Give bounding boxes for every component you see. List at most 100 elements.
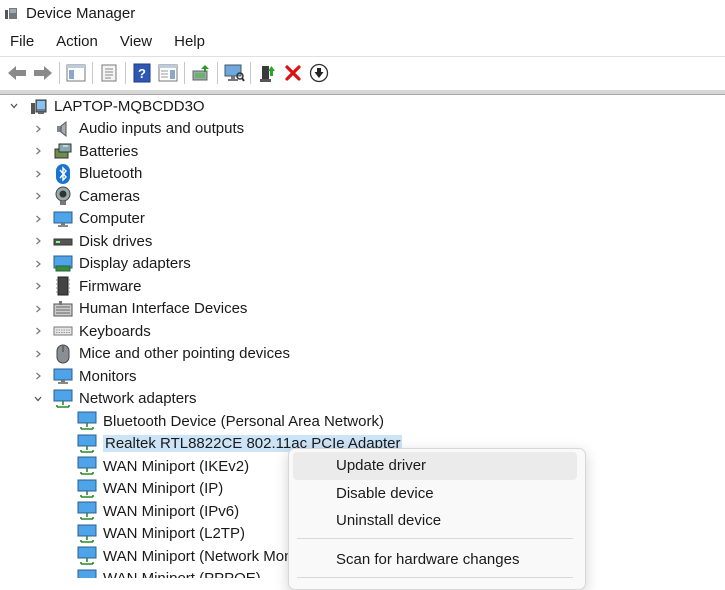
- menu-separator: [297, 538, 573, 539]
- network-device-item[interactable]: WAN Miniport (L2TP): [77, 523, 245, 545]
- chip-icon: [53, 276, 73, 296]
- chevron-right-icon[interactable]: [32, 168, 44, 180]
- toolbar-separator: [250, 62, 251, 84]
- category-monitors[interactable]: Monitors: [32, 365, 137, 387]
- category-cameras[interactable]: Cameras: [32, 185, 140, 207]
- category-network-adapters[interactable]: Network adapters: [32, 388, 197, 410]
- network-adapter-icon: [77, 546, 97, 566]
- help-icon[interactable]: ?: [129, 60, 155, 86]
- category-label: Audio inputs and outputs: [79, 120, 245, 137]
- toolbar-separator: [92, 62, 93, 84]
- menu-view[interactable]: View: [109, 30, 163, 54]
- chevron-right-icon[interactable]: [32, 145, 44, 157]
- chevron-right-icon[interactable]: [32, 213, 44, 225]
- chevron-right-icon[interactable]: [32, 123, 44, 135]
- device-label: WAN Miniport (PPPOE): [103, 570, 261, 578]
- chevron-right-icon[interactable]: [32, 258, 44, 270]
- chevron-down-icon[interactable]: [32, 393, 44, 405]
- menu-action[interactable]: Action: [45, 30, 109, 54]
- category-batteries[interactable]: Batteries: [32, 140, 138, 162]
- device-label: WAN Miniport (Network Monitor): [103, 547, 319, 565]
- menu-bar: File Action View Help: [0, 29, 725, 55]
- category-hid[interactable]: Human Interface Devices: [32, 298, 247, 320]
- title-bar: Device Manager: [0, 0, 725, 26]
- menu-item-update-driver[interactable]: Update driver: [293, 452, 577, 480]
- device-label: Bluetooth Device (Personal Area Network): [103, 412, 384, 430]
- show-hide-tree-icon[interactable]: [63, 60, 89, 86]
- chevron-right-icon[interactable]: [32, 280, 44, 292]
- forward-icon[interactable]: [30, 60, 56, 86]
- enable-device-icon[interactable]: [254, 60, 280, 86]
- chevron-right-icon[interactable]: [32, 325, 44, 337]
- menu-item-disable-device[interactable]: Disable device: [293, 480, 577, 508]
- battery-icon: [53, 141, 73, 161]
- network-adapter-icon: [77, 434, 97, 454]
- menu-item-label: Update driver: [336, 457, 427, 474]
- menu-help[interactable]: Help: [163, 30, 216, 54]
- scan-hardware-icon[interactable]: [221, 60, 247, 86]
- device-manager-app-icon: [4, 6, 18, 20]
- toolbar-separator: [59, 62, 60, 84]
- category-audio[interactable]: Audio inputs and outputs: [32, 118, 244, 140]
- menu-item-uninstall-device[interactable]: Uninstall device: [293, 507, 577, 535]
- computer-tower-icon: [28, 96, 48, 116]
- properties-icon[interactable]: [96, 60, 122, 86]
- network-adapter-icon: [77, 501, 97, 521]
- category-mice[interactable]: Mice and other pointing devices: [32, 343, 290, 365]
- network-device-item[interactable]: WAN Miniport (PPPOE): [77, 568, 261, 578]
- category-firmware[interactable]: Firmware: [32, 275, 142, 297]
- toolbar-separator: [184, 62, 185, 84]
- context-menu: Update driver Disable device Uninstall d…: [288, 448, 586, 590]
- chevron-down-icon[interactable]: [8, 100, 20, 112]
- menu-item-label: Scan for hardware changes: [336, 551, 520, 568]
- disk-drive-icon: [53, 231, 73, 251]
- category-label: Keyboards: [79, 322, 151, 340]
- network-adapter-icon: [77, 456, 97, 476]
- uninstall-device-icon[interactable]: [280, 60, 306, 86]
- bluetooth-icon: [53, 163, 73, 184]
- tree-root[interactable]: LAPTOP-MQBCDD3O: [8, 95, 205, 117]
- category-display-adapters[interactable]: Display adapters: [32, 253, 191, 275]
- monitor-icon: [53, 209, 73, 229]
- category-label: Display adapters: [79, 255, 191, 272]
- network-adapter-icon: [53, 389, 73, 409]
- device-label: WAN Miniport (IKEv2): [103, 457, 250, 475]
- category-computer[interactable]: Computer: [32, 208, 145, 230]
- menu-item-label: Uninstall device: [336, 512, 442, 529]
- menu-item-scan-hardware[interactable]: Scan for hardware changes: [293, 546, 577, 574]
- webcam-icon: [53, 186, 73, 206]
- toolbar-separator: [125, 62, 126, 84]
- hid-icon: [53, 299, 73, 319]
- network-adapter-icon: [77, 569, 97, 578]
- chevron-right-icon[interactable]: [32, 370, 44, 382]
- menu-file[interactable]: File: [0, 30, 45, 54]
- category-label: Human Interface Devices: [79, 300, 248, 317]
- update-driver-icon[interactable]: [188, 60, 214, 86]
- category-label: Batteries: [79, 142, 139, 160]
- category-label: Monitors: [79, 367, 137, 385]
- network-device-item[interactable]: WAN Miniport (IPv6): [77, 500, 239, 522]
- network-device-item[interactable]: Bluetooth Device (Personal Area Network): [77, 410, 384, 432]
- chevron-right-icon[interactable]: [32, 235, 44, 247]
- action-pane-icon[interactable]: [155, 60, 181, 86]
- network-device-item[interactable]: WAN Miniport (Network Monitor): [77, 545, 318, 567]
- disable-device-icon[interactable]: [306, 60, 332, 86]
- category-bluetooth[interactable]: Bluetooth: [32, 163, 142, 185]
- category-keyboards[interactable]: Keyboards: [32, 320, 151, 342]
- mouse-icon: [53, 344, 73, 364]
- back-icon[interactable]: [4, 60, 30, 86]
- speaker-icon: [53, 119, 73, 139]
- keyboard-icon: [53, 321, 73, 341]
- category-label: Disk drives: [79, 232, 153, 250]
- category-label: Computer: [79, 210, 145, 227]
- chevron-right-icon[interactable]: [32, 348, 44, 360]
- category-label: Network adapters: [79, 390, 197, 407]
- toolbar: ?: [0, 56, 725, 89]
- category-disk-drives[interactable]: Disk drives: [32, 230, 152, 252]
- chevron-right-icon[interactable]: [32, 303, 44, 315]
- device-label: WAN Miniport (L2TP): [103, 525, 245, 542]
- tree-root-label: LAPTOP-MQBCDD3O: [54, 97, 205, 115]
- network-device-item[interactable]: WAN Miniport (IP): [77, 478, 223, 500]
- network-device-item[interactable]: WAN Miniport (IKEv2): [77, 455, 249, 477]
- chevron-right-icon[interactable]: [32, 190, 44, 202]
